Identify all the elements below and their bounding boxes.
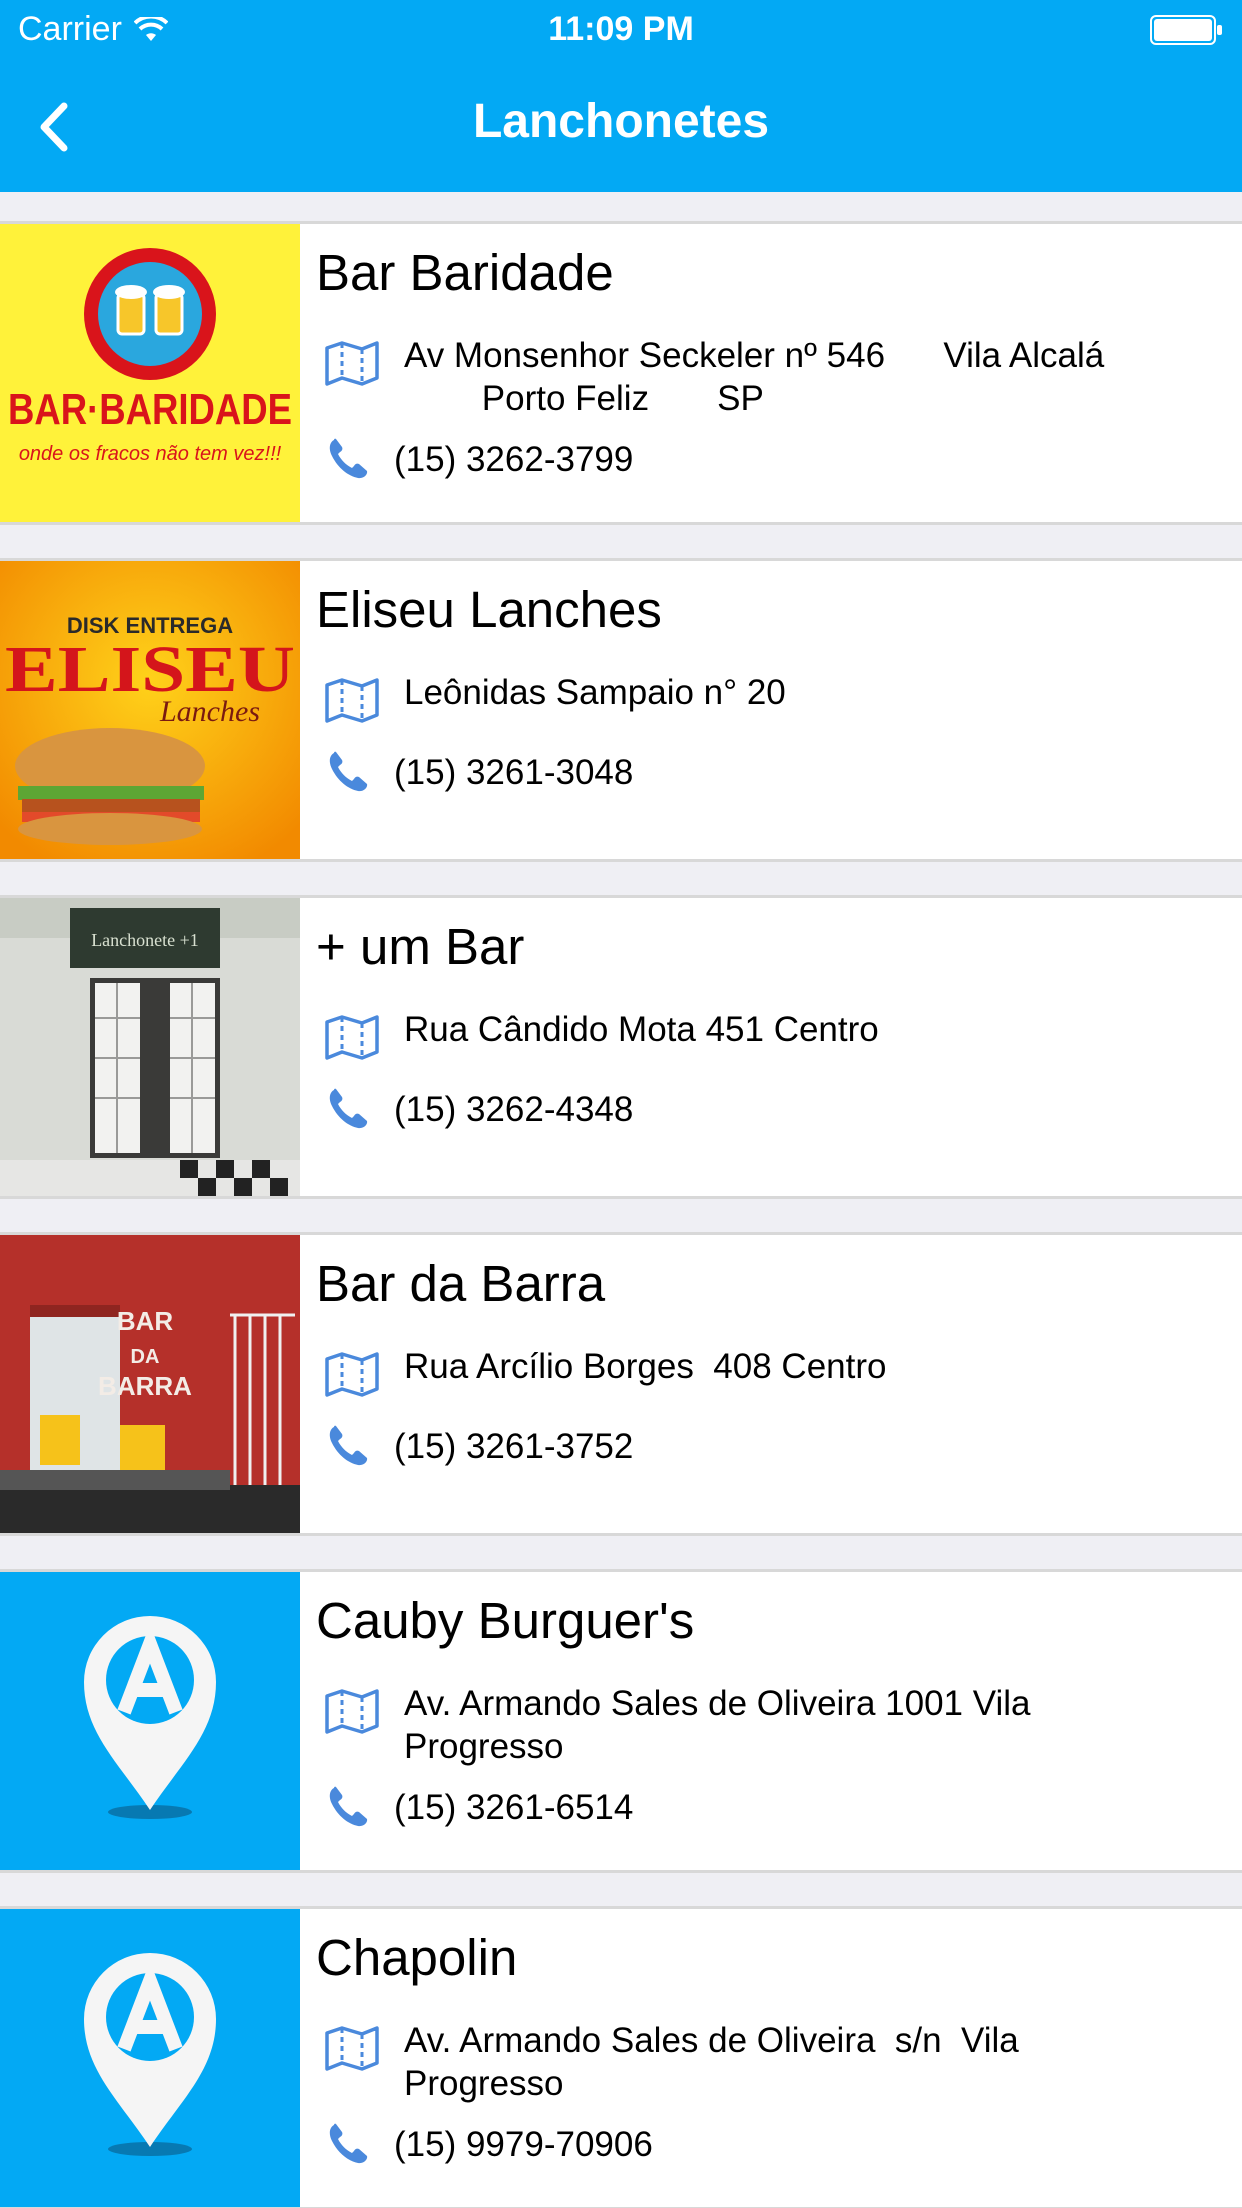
svg-text:BAR: BAR [117,1306,174,1336]
bar-baridade-logo: BAR·BARIDADE onde os fracos não tem vez!… [0,224,300,522]
place-name: Cauby Burguer's [316,1592,695,1649]
list-item-cauby-burguers[interactable]: Cauby Burguer's Av. Armando Sales de Oli… [0,1569,1242,1873]
svg-text:onde os fracos não tem vez!!!: onde os fracos não tem vez!!! [19,443,282,465]
map-icon [325,341,379,386]
phone-icon [329,2123,368,2164]
place-name: Bar Baridade [316,244,614,301]
address-text: Av Monsenhor Seckeler nº 546 Vila Alcalá… [404,336,1105,418]
map-icon [325,2026,379,2071]
svg-text:Lanchonete +1: Lanchonete +1 [91,930,199,950]
bar-da-barra-photo: BAR DA BARRA [0,1235,300,1533]
eliseu-lanches-logo: DISK ENTREGA ELISEU Lanches [0,561,300,859]
navigation-bar: Lanchonetes [0,62,1242,192]
battery-icon [1150,15,1222,45]
map-icon [325,1015,379,1060]
place-thumbnail [0,1572,300,1870]
place-info: Bar Baridade Av Monsenhor Seckeler nº 54… [316,224,1222,522]
address-text: Av. Armando Sales de Oliveira 1001 Vila … [404,1684,1031,1766]
map-icon [325,1689,379,1734]
phone-number: (15) 3261-3752 [394,1427,634,1466]
place-thumbnail: Lanchonete +1 [0,898,300,1196]
place-thumbnail: BAR DA BARRA [0,1235,300,1533]
place-thumbnail: DISK ENTREGA ELISEU Lanches [0,561,300,859]
place-name: + um Bar [316,918,525,975]
status-bar: Carrier 11:09 PM [0,0,1242,62]
list-item-eliseu-lanches[interactable]: DISK ENTREGA ELISEU Lanches Eliseu Lanch… [0,558,1242,862]
phone-number: (15) 9979-70906 [394,2125,653,2164]
phone-icon [329,1425,368,1466]
phone-number: (15) 3262-4348 [394,1090,634,1129]
phone-icon [329,751,368,792]
place-info: Bar da Barra Rua Arcílio Borges 408 Cent… [316,1235,1222,1533]
phone-icon [329,438,368,479]
place-info: Chapolin Av. Armando Sales de Oliveira s… [316,1909,1222,2207]
place-name: Chapolin [316,1929,518,1986]
place-info: + um Bar Rua Cândido Mota 451 Centro (15… [316,898,1222,1196]
um-bar-photo: Lanchonete +1 [0,898,300,1196]
place-name: Bar da Barra [316,1255,606,1312]
svg-text:BAR·BARIDADE: BAR·BARIDADE [8,385,292,434]
place-thumbnail [0,1909,300,2207]
address-text: Rua Cândido Mota 451 Centro [404,1010,879,1049]
svg-text:DA: DA [131,1346,160,1368]
placeholder-pin-icon [0,1909,300,2207]
list-item-bar-da-barra[interactable]: BAR DA BARRA Bar da Barra Rua Arcílio Bo… [0,1232,1242,1536]
address-text: Rua Arcílio Borges 408 Centro [404,1347,887,1386]
app-header: Carrier 11:09 PM Lanchonetes [0,0,1242,192]
address-text: Av. Armando Sales de Oliveira s/n Vila P… [404,2021,1019,2103]
placeholder-pin-icon [0,1572,300,1870]
svg-text:Lanches: Lanches [159,695,260,728]
phone-icon [329,1088,368,1129]
map-icon [325,1352,379,1397]
phone-number: (15) 3261-3048 [394,753,634,792]
svg-text:BARRA: BARRA [98,1371,192,1401]
phone-icon [329,1786,368,1827]
list-item-chapolin[interactable]: Chapolin Av. Armando Sales de Oliveira s… [0,1906,1242,2208]
phone-number: (15) 3261-6514 [394,1788,634,1827]
map-icon [325,678,379,723]
list-item-um-bar[interactable]: Lanchonete +1 + um Bar Rua Cândido Mota … [0,895,1242,1199]
place-info: Cauby Burguer's Av. Armando Sales de Oli… [316,1572,1222,1870]
phone-number: (15) 3262-3799 [394,440,634,479]
status-time: 11:09 PM [548,10,694,48]
place-name: Eliseu Lanches [316,581,662,638]
address-text: Leônidas Sampaio n° 20 [404,673,786,712]
place-info: Eliseu Lanches Leônidas Sampaio n° 20 (1… [316,561,1222,859]
list-item-bar-baridade[interactable]: BAR·BARIDADE onde os fracos não tem vez!… [0,221,1242,525]
page-title: Lanchonetes [472,95,770,148]
place-thumbnail: BAR·BARIDADE onde os fracos não tem vez!… [0,224,300,522]
